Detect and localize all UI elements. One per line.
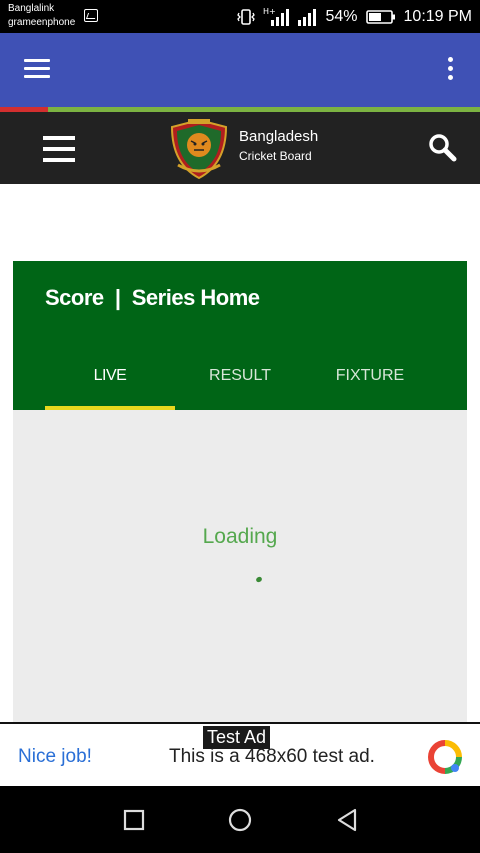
bcb-logo[interactable] bbox=[166, 117, 232, 181]
ad-banner[interactable]: Test Ad Nice job! This is a 468x60 test … bbox=[0, 722, 480, 786]
home-icon[interactable] bbox=[226, 806, 254, 834]
ad-logo-icon[interactable] bbox=[427, 739, 463, 775]
tab-result[interactable]: RESULT bbox=[175, 367, 305, 385]
tab-fixture[interactable]: FIXTURE bbox=[305, 367, 435, 385]
image-icon bbox=[84, 9, 98, 22]
site-header: Bangladesh Cricket Board bbox=[0, 112, 480, 184]
kebab-icon[interactable] bbox=[446, 57, 454, 83]
brand-name: Bangladesh Cricket Board bbox=[239, 127, 318, 165]
ad-text: This is a 468x60 test ad. bbox=[169, 746, 375, 767]
loading-text: Loading bbox=[202, 525, 278, 548]
carrier-2: grameenphone bbox=[8, 17, 76, 28]
battery-percent: 54% bbox=[325, 7, 358, 25]
network-type-label: H+ bbox=[263, 7, 276, 16]
carrier-1: Banglalink bbox=[8, 3, 55, 14]
status-right: H+ 54% 10:19 PM bbox=[237, 0, 472, 33]
app-bar bbox=[0, 33, 480, 107]
hamburger-icon[interactable] bbox=[24, 59, 50, 79]
score-widget-header: Score | Series Home LIVE RESULT FIXTURE bbox=[13, 261, 467, 410]
signal-icon: H+ bbox=[263, 7, 290, 26]
vibrate-icon bbox=[237, 8, 256, 25]
clock: 10:19 PM bbox=[403, 7, 472, 25]
brand-line-1: Bangladesh bbox=[239, 128, 319, 145]
ad-cta[interactable]: Nice job! bbox=[18, 746, 92, 768]
widget-title: Score | Series Home bbox=[45, 285, 260, 310]
loading-spinner bbox=[255, 575, 263, 584]
status-bar: Banglalink grameenphone H+ 54% 10:19 PM bbox=[0, 0, 480, 33]
screen: Banglalink grameenphone H+ 54% 10:19 PM … bbox=[0, 0, 480, 853]
carrier-info: Banglalink grameenphone bbox=[8, 2, 75, 30]
back-icon[interactable] bbox=[333, 806, 361, 834]
score-widget-body: Loading bbox=[13, 410, 467, 723]
search-icon[interactable] bbox=[427, 132, 457, 162]
signal-icon-2 bbox=[298, 8, 317, 26]
battery-icon bbox=[365, 9, 395, 24]
brand-line-2: Cricket Board bbox=[239, 149, 312, 163]
system-nav-bar bbox=[0, 786, 480, 853]
tab-live[interactable]: LIVE bbox=[45, 367, 175, 385]
site-menu-icon[interactable] bbox=[43, 136, 75, 162]
recents-icon[interactable] bbox=[120, 806, 148, 834]
